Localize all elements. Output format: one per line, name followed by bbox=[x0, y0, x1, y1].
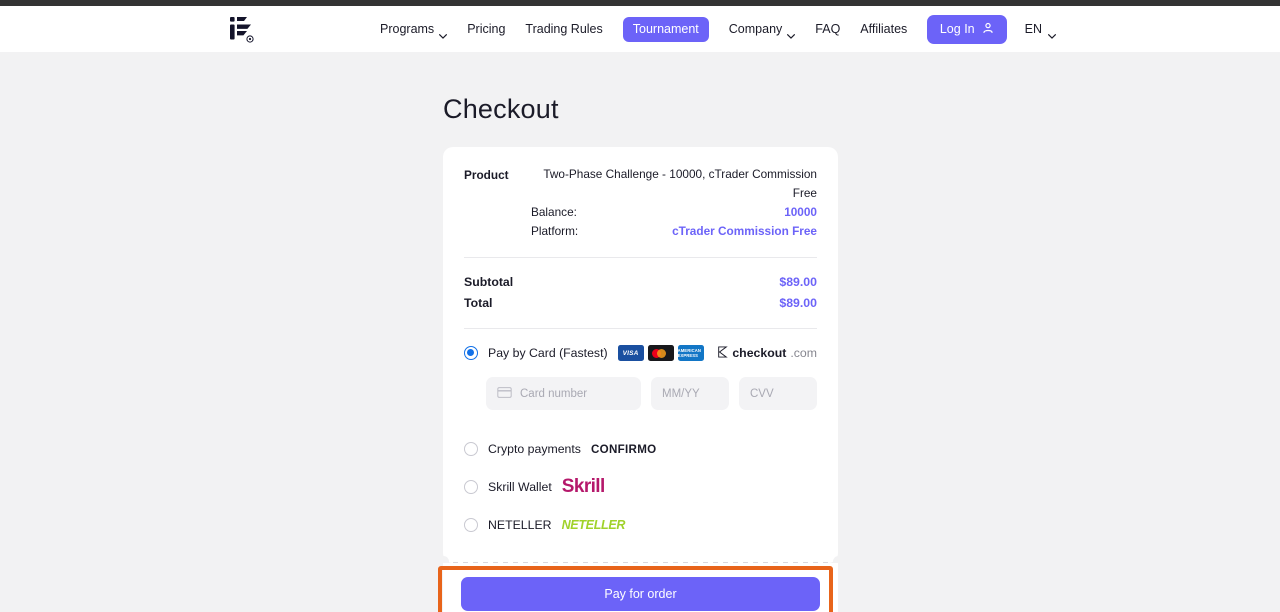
language-selector[interactable]: EN bbox=[1024, 22, 1056, 39]
login-button-label: Log In bbox=[939, 22, 975, 36]
nav-label-trading-rules: Trading Rules bbox=[525, 22, 603, 36]
main-nav: Programs Pricing Trading Rules Tournamen… bbox=[380, 6, 907, 52]
language-label: EN bbox=[1024, 22, 1042, 36]
card-number-input[interactable]: Card number bbox=[486, 377, 641, 410]
nav-label-programs: Programs bbox=[380, 22, 435, 36]
nav-label-pricing: Pricing bbox=[467, 22, 506, 36]
nav-item-affiliates[interactable]: Affiliates bbox=[860, 22, 907, 36]
chevron-down-icon bbox=[1048, 28, 1056, 39]
user-icon bbox=[982, 22, 994, 37]
subtotal-row: Subtotal $89.00 bbox=[464, 272, 817, 293]
checkout-com-suffix: .com bbox=[790, 346, 817, 360]
subtotal-label: Subtotal bbox=[464, 275, 514, 289]
nav-label-faq: FAQ bbox=[815, 22, 841, 36]
card-cvv-placeholder: CVV bbox=[750, 387, 774, 400]
total-row: Total $89.00 bbox=[464, 293, 817, 314]
attribute-key-platform: Platform: bbox=[531, 224, 579, 238]
skrill-logo: Skrill bbox=[561, 476, 605, 497]
radio-skrill-wallet[interactable] bbox=[464, 480, 478, 494]
checkout-com-name: checkout bbox=[732, 346, 787, 360]
confirmo-logo: CONFIRMO bbox=[590, 442, 657, 456]
page-body: Checkout Product Two-Phase Challenge - 1… bbox=[0, 52, 1280, 612]
order-card: Product Two-Phase Challenge - 10000, cTr… bbox=[437, 147, 844, 567]
nav-label-affiliates: Affiliates bbox=[860, 22, 908, 36]
checkout-com-logo: checkout .com bbox=[717, 345, 817, 361]
subtotal-value: $89.00 bbox=[779, 275, 817, 289]
payment-option-card[interactable]: Pay by Card (Fastest) VISA AMERICAN EXPR… bbox=[464, 345, 817, 361]
neteller-logo: NETELLER bbox=[561, 518, 626, 532]
chevron-down-icon bbox=[439, 28, 448, 39]
radio-crypto-payments[interactable] bbox=[464, 442, 478, 456]
nav-item-programs[interactable]: Programs bbox=[380, 22, 448, 39]
attribute-key-balance: Balance: bbox=[531, 205, 577, 219]
product-name: Two-Phase Challenge - 10000, cTrader Com… bbox=[543, 167, 817, 200]
payment-option-skrill[interactable]: Skrill Wallet Skrill bbox=[464, 468, 817, 506]
product-attribute-platform: Platform: cTrader Commission Free bbox=[531, 222, 817, 241]
amex-icon: AMERICAN EXPRESS bbox=[677, 345, 704, 361]
checkout-container: Checkout Product Two-Phase Challenge - 1… bbox=[437, 94, 844, 612]
card-expiry-input[interactable]: MM/YY bbox=[651, 377, 729, 410]
pay-for-order-button[interactable]: Pay for order bbox=[461, 577, 820, 611]
total-value: $89.00 bbox=[779, 296, 817, 310]
mastercard-icon bbox=[647, 345, 674, 361]
card-brand-logos: VISA AMERICAN EXPRESS bbox=[617, 345, 704, 361]
credit-card-icon bbox=[497, 386, 512, 401]
totals-section: Subtotal $89.00 Total $89.00 bbox=[464, 258, 817, 328]
product-section: Product Two-Phase Challenge - 10000, cTr… bbox=[464, 165, 817, 241]
chevron-down-icon bbox=[787, 28, 796, 39]
payment-option-crypto-label: Crypto payments bbox=[488, 442, 581, 456]
amex-text: AMERICAN EXPRESS bbox=[677, 348, 701, 358]
nav-item-pricing[interactable]: Pricing bbox=[467, 22, 505, 36]
card-number-placeholder: Card number bbox=[520, 387, 588, 400]
payment-methods: Pay by Card (Fastest) VISA AMERICAN EXPR… bbox=[464, 329, 817, 562]
payment-option-crypto[interactable]: Crypto payments CONFIRMO bbox=[464, 430, 817, 468]
nav-item-tournament[interactable]: Tournament bbox=[622, 16, 709, 42]
order-card-footer: Pay for order bbox=[438, 563, 838, 612]
card-cvv-input[interactable]: CVV bbox=[739, 377, 817, 410]
checkout-com-mark-icon bbox=[717, 345, 729, 361]
card-fields: Card number MM/YY CVV bbox=[464, 377, 817, 410]
page-title: Checkout bbox=[443, 94, 559, 124]
visa-icon: VISA bbox=[617, 345, 644, 361]
visa-text: VISA bbox=[622, 349, 639, 357]
login-button[interactable]: Log In bbox=[926, 14, 1007, 44]
if-logo[interactable] bbox=[228, 15, 256, 45]
nav-item-company[interactable]: Company bbox=[728, 22, 796, 39]
attribute-value-balance: 10000 bbox=[784, 205, 817, 219]
nav-label-company: Company bbox=[728, 22, 783, 36]
total-label: Total bbox=[464, 296, 493, 310]
payment-option-neteller-label: NETELLER bbox=[488, 518, 552, 532]
nav-item-faq[interactable]: FAQ bbox=[815, 22, 840, 36]
radio-pay-by-card[interactable] bbox=[464, 346, 478, 360]
site-header: Programs Pricing Trading Rules Tournamen… bbox=[0, 6, 1280, 52]
nav-item-trading-rules[interactable]: Trading Rules bbox=[525, 22, 602, 36]
payment-option-neteller[interactable]: NETELLER NETELLER bbox=[464, 506, 817, 544]
payment-option-skrill-label: Skrill Wallet bbox=[488, 480, 552, 494]
attribute-value-platform: cTrader Commission Free bbox=[672, 224, 817, 238]
payment-option-card-label: Pay by Card (Fastest) bbox=[488, 346, 608, 360]
card-expiry-placeholder: MM/YY bbox=[662, 387, 700, 400]
radio-neteller[interactable] bbox=[464, 518, 478, 532]
product-label: Product bbox=[464, 168, 509, 182]
product-attribute-balance: Balance: 10000 bbox=[531, 203, 817, 222]
header-actions: Log In EN bbox=[926, 6, 1056, 52]
